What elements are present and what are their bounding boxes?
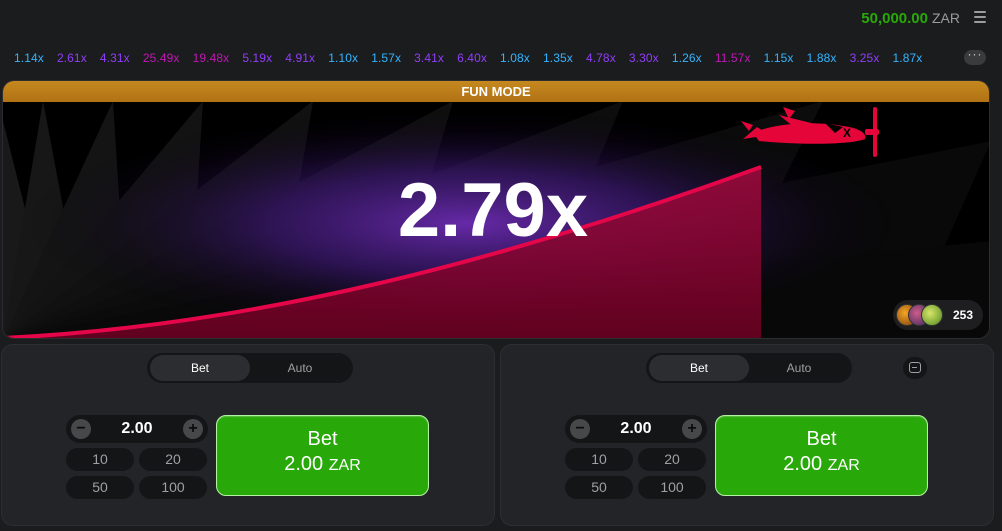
stake-value[interactable]: 2.00 [595, 420, 677, 438]
tab-bet[interactable]: Bet [150, 355, 250, 381]
history-multiplier[interactable]: 1.35x [543, 51, 573, 65]
bet-button-label: Bet [307, 428, 338, 450]
history-multiplier[interactable]: 25.49x [143, 51, 180, 65]
more-history-button[interactable]: ··· [964, 48, 986, 65]
bet-mode-toggle: Bet Auto [646, 353, 852, 383]
history-multiplier[interactable]: 6.40x [457, 51, 487, 65]
quick-amount-button[interactable]: 50 [66, 476, 134, 499]
tab-bet[interactable]: Bet [649, 355, 749, 381]
bet-mode-toggle: Bet Auto [147, 353, 353, 383]
history-multiplier[interactable]: 1.15x [764, 51, 794, 65]
quick-amount-button[interactable]: 100 [638, 476, 706, 499]
stake-value[interactable]: 2.00 [96, 420, 178, 438]
quick-amount-button[interactable]: 20 [638, 448, 706, 471]
bet-panel-2: Bet Auto − 2.00 + 10 20 50 100 Bet 2.00 … [500, 344, 994, 526]
remove-panel-button[interactable] [903, 357, 927, 379]
bet-amount: 2.00 [783, 453, 823, 475]
history-multiplier[interactable]: 11.57x [715, 51, 751, 65]
increase-stake-button[interactable]: + [183, 419, 203, 439]
history-multiplier[interactable]: 1.08x [500, 51, 530, 65]
current-multiplier: 2.79x [397, 168, 589, 253]
bet-button-amount: 2.00 ZAR [217, 453, 428, 476]
hamburger-menu-icon[interactable] [974, 11, 986, 23]
history-multiplier[interactable]: 2.61x [57, 51, 87, 65]
history-multiplier[interactable]: 1.87x [893, 51, 923, 65]
decrease-stake-button[interactable]: − [71, 419, 91, 439]
increase-stake-button[interactable]: + [682, 419, 702, 439]
history-multiplier[interactable]: 19.48x [193, 51, 230, 65]
history-multiplier[interactable]: 3.41x [414, 51, 444, 65]
bet-currency: ZAR [328, 457, 361, 474]
players-count: 253 [952, 308, 973, 322]
quick-amount-button[interactable]: 100 [139, 476, 207, 499]
top-bar: 50,000.00 ZAR [0, 0, 1002, 38]
player-avatar [921, 304, 943, 326]
history-multiplier[interactable]: 4.78x [586, 51, 616, 65]
balance-amount: 50,000.00 [861, 10, 928, 27]
stake-stepper: − 2.00 + [565, 415, 707, 443]
history-multiplier[interactable]: 3.25x [850, 51, 880, 65]
svg-text:X: X [843, 126, 851, 140]
history-multiplier[interactable]: 1.88x [807, 51, 837, 65]
decrease-stake-button[interactable]: − [570, 419, 590, 439]
stake-stepper: − 2.00 + [66, 415, 208, 443]
history-multiplier[interactable]: 1.57x [371, 51, 401, 65]
bet-button-label: Bet [806, 428, 837, 450]
quick-amount-button[interactable]: 50 [565, 476, 633, 499]
quick-amount-button[interactable]: 10 [565, 448, 633, 471]
quick-amount-button[interactable]: 10 [66, 448, 134, 471]
place-bet-button[interactable]: Bet 2.00 ZAR [216, 415, 429, 496]
bet-panel-1: Bet Auto − 2.00 + 10 20 50 100 Bet 2.00 … [1, 344, 495, 526]
players-online[interactable]: 253 [893, 300, 983, 330]
history-multiplier[interactable]: 3.30x [629, 51, 659, 65]
history-multiplier[interactable]: 1.14x [14, 51, 44, 65]
tab-auto[interactable]: Auto [749, 355, 849, 381]
balance-currency: ZAR [932, 10, 960, 26]
history-list: 1.14x 2.61x 4.31x 25.49x 19.48x 5.19x 4.91x 1.1… [14, 51, 935, 65]
history-multiplier[interactable]: 4.31x [100, 51, 130, 65]
history-multiplier[interactable]: 5.19x [242, 51, 272, 65]
game-stage: FUN MODE X 2.79x 253 [2, 80, 990, 339]
history-multiplier[interactable]: 1.26x [672, 51, 702, 65]
quick-amount-button[interactable]: 20 [139, 448, 207, 471]
fun-mode-banner: FUN MODE [3, 81, 989, 102]
balance-display: 50,000.00 ZAR [861, 10, 960, 27]
place-bet-button[interactable]: Bet 2.00 ZAR [715, 415, 928, 496]
multiplier-history: 1.14x 2.61x 4.31x 25.49x 19.48x 5.19x 4.91x 1.1… [0, 38, 1002, 78]
tab-auto[interactable]: Auto [250, 355, 350, 381]
history-multiplier[interactable]: 4.91x [285, 51, 315, 65]
history-multiplier[interactable]: 1.10x [328, 51, 358, 65]
bet-amount: 2.00 [284, 453, 324, 475]
minus-square-icon [909, 362, 921, 373]
bet-button-amount: 2.00 ZAR [716, 453, 927, 476]
bet-currency: ZAR [827, 457, 860, 474]
